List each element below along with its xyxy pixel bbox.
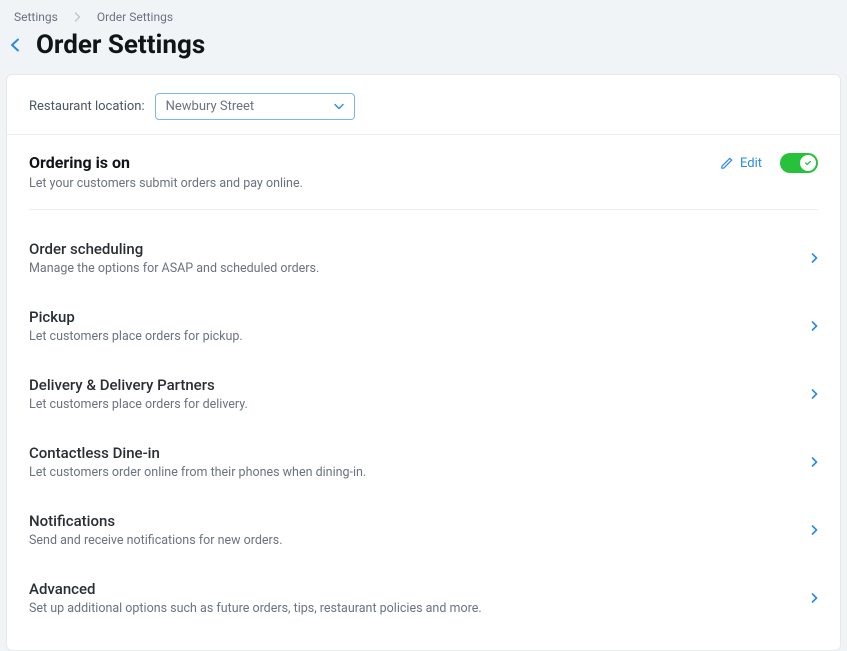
- location-section: Restaurant location: Newbury Street: [7, 75, 840, 135]
- setting-row[interactable]: Order scheduling Manage the options for A…: [29, 224, 818, 292]
- setting-row[interactable]: Notifications Send and receive notificati…: [29, 496, 818, 564]
- setting-title: Contactless Dine-in: [29, 444, 811, 462]
- chevron-right-icon: [811, 389, 818, 399]
- breadcrumb-root[interactable]: Settings: [14, 10, 58, 24]
- edit-button[interactable]: Edit: [719, 156, 762, 171]
- setting-row[interactable]: Advanced Set up additional options such a…: [29, 564, 818, 632]
- chevron-right-icon: [811, 593, 818, 603]
- breadcrumb: Settings Order Settings: [0, 0, 847, 24]
- setting-subtitle: Manage the options for ASAP and schedule…: [29, 261, 811, 276]
- ordering-toggle[interactable]: [780, 153, 818, 173]
- chevron-right-icon: [811, 457, 818, 467]
- breadcrumb-current: Order Settings: [97, 10, 173, 24]
- chevron-right-icon: [811, 525, 818, 535]
- setting-row-content: Notifications Send and receive notificati…: [29, 512, 811, 548]
- setting-row[interactable]: Pickup Let customers place orders for pic…: [29, 292, 818, 360]
- setting-subtitle: Let customers place orders for delivery.: [29, 397, 811, 412]
- setting-row[interactable]: Delivery & Delivery Partners Let customer…: [29, 360, 818, 428]
- location-select[interactable]: Newbury Street: [155, 93, 355, 120]
- setting-row-content: Contactless Dine-in Let customers order o…: [29, 444, 811, 480]
- check-icon: [804, 159, 812, 167]
- setting-title: Pickup: [29, 308, 811, 326]
- setting-title: Order scheduling: [29, 240, 811, 258]
- back-button[interactable]: [4, 34, 26, 56]
- location-label: Restaurant location:: [29, 99, 145, 114]
- setting-title: Delivery & Delivery Partners: [29, 376, 811, 394]
- toggle-thumb: [800, 155, 816, 171]
- ordering-status-title: Ordering is on: [29, 153, 719, 172]
- setting-row[interactable]: Contactless Dine-in Let customers order o…: [29, 428, 818, 496]
- chevron-right-icon: [811, 321, 818, 331]
- ordering-status-row: Ordering is on Let your customers submit…: [29, 153, 818, 210]
- page-title: Order Settings: [36, 30, 205, 60]
- setting-row-content: Order scheduling Manage the options for A…: [29, 240, 811, 276]
- setting-title: Advanced: [29, 580, 811, 598]
- setting-subtitle: Let customers order online from their ph…: [29, 465, 811, 480]
- chevron-left-icon: [10, 38, 20, 52]
- setting-row-content: Delivery & Delivery Partners Let customer…: [29, 376, 811, 412]
- chevron-down-icon: [334, 103, 344, 110]
- setting-row-content: Pickup Let customers place orders for pic…: [29, 308, 811, 344]
- chevron-right-icon: [74, 12, 81, 22]
- setting-subtitle: Set up additional options such as future…: [29, 601, 811, 616]
- setting-row-content: Advanced Set up additional options such a…: [29, 580, 811, 616]
- location-selected-value: Newbury Street: [166, 99, 255, 114]
- page-header: Order Settings: [0, 24, 847, 74]
- setting-subtitle: Send and receive notifications for new o…: [29, 533, 811, 548]
- setting-title: Notifications: [29, 512, 811, 530]
- ordering-status-subtitle: Let your customers submit orders and pay…: [29, 176, 719, 191]
- pencil-icon: [719, 156, 734, 171]
- edit-button-label: Edit: [740, 156, 762, 171]
- chevron-right-icon: [811, 253, 818, 263]
- settings-card: Restaurant location: Newbury Street Orde…: [6, 74, 841, 651]
- setting-subtitle: Let customers place orders for pickup.: [29, 329, 811, 344]
